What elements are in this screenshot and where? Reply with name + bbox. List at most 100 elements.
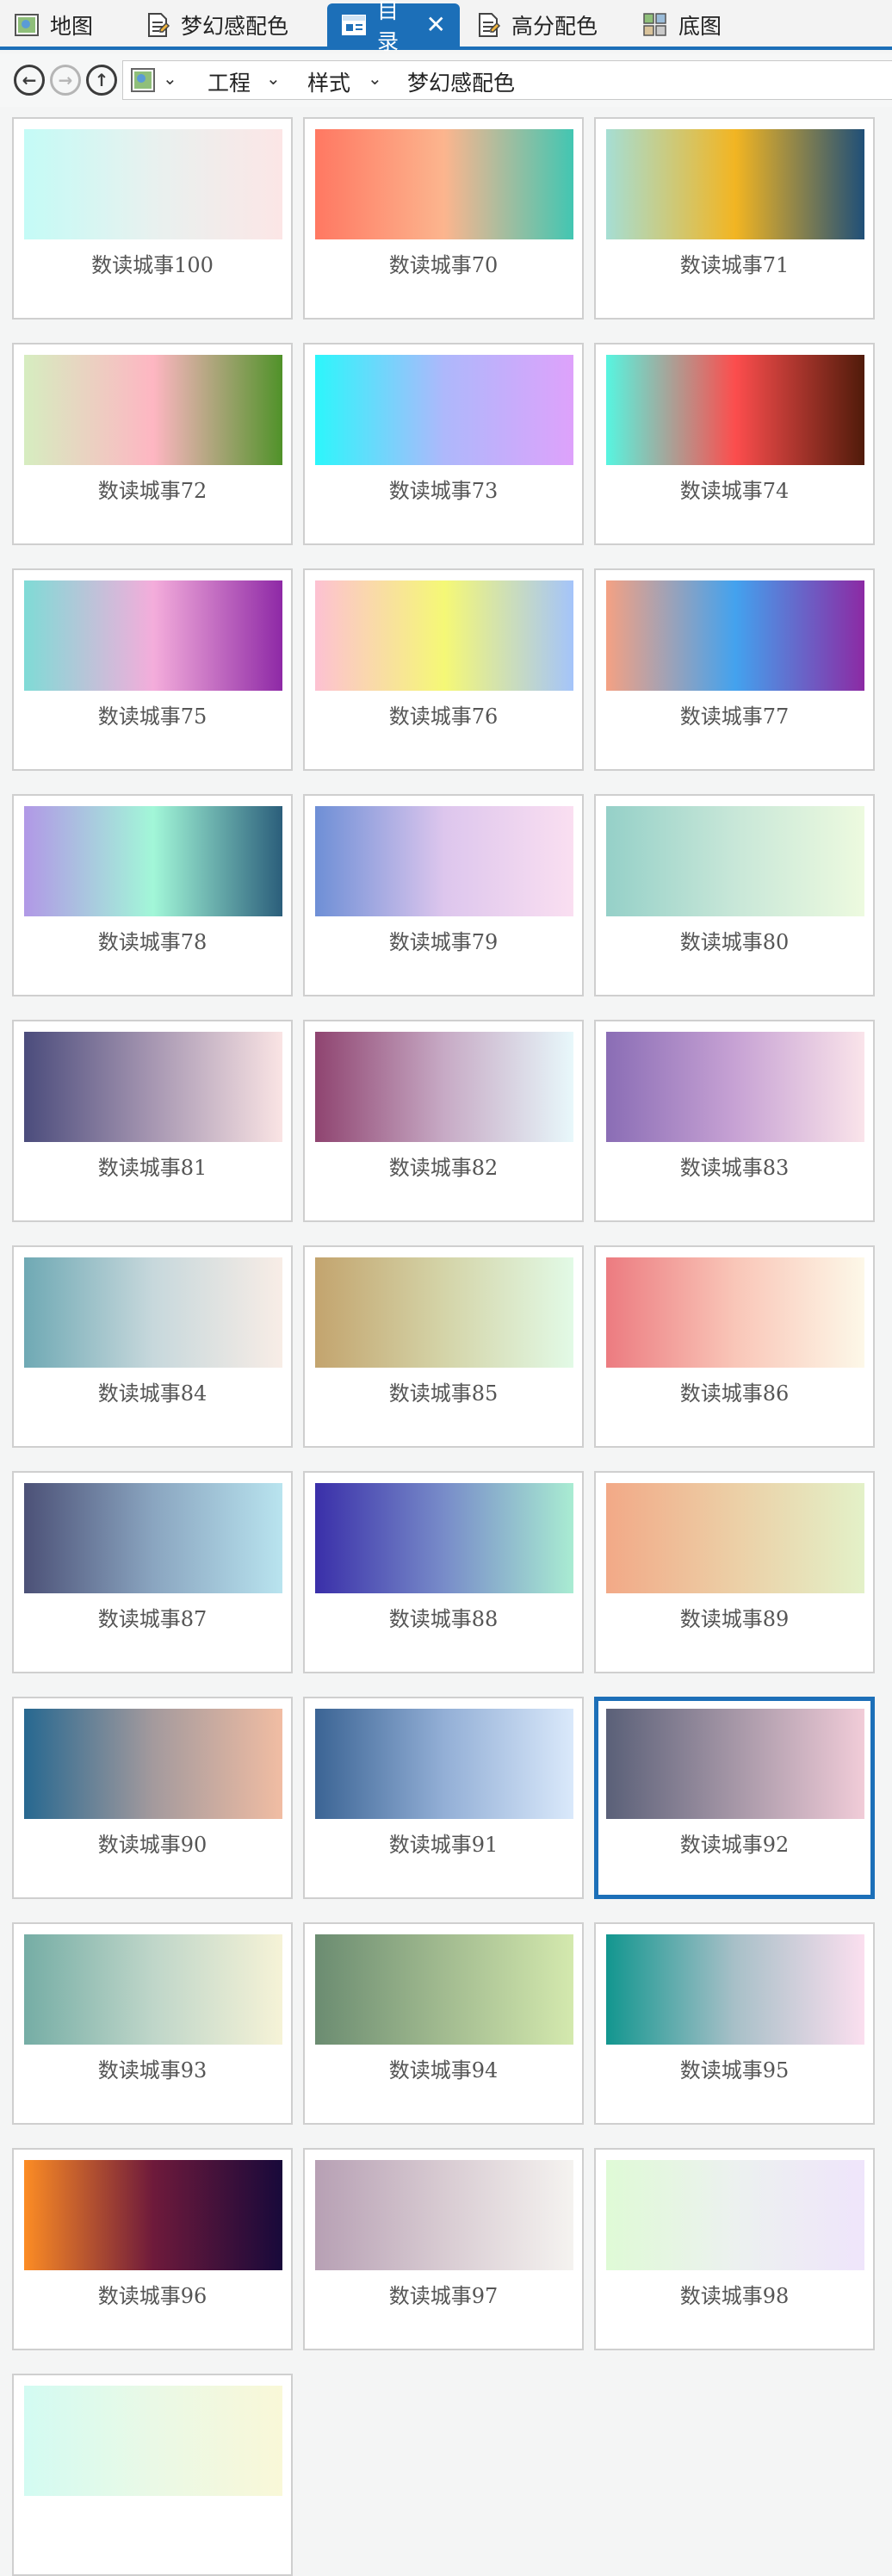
color-ramp-label: 数读城事95 [679,2058,790,2083]
color-ramp-item[interactable]: 数读城事76 [303,568,584,771]
color-ramp-item[interactable]: 数读城事77 [594,568,875,771]
color-ramp-item[interactable]: 数读城事90 [12,1697,293,1899]
color-ramp-swatch [315,1257,573,1368]
color-ramp-item[interactable]: 数读城事87 [12,1471,293,1673]
color-ramp-label: 数读城事82 [388,1156,499,1180]
back-button[interactable]: ← [14,65,45,96]
tab-label: 高分配色 [511,14,598,39]
catalog-icon [341,12,367,38]
chevron-down-icon[interactable]: ⌄ [266,68,281,89]
color-ramp-swatch [606,1483,864,1593]
color-ramp-swatch [315,1934,573,2045]
color-ramp-swatch [24,1483,282,1593]
arrow-right-icon: → [58,70,73,90]
color-ramp-item[interactable]: 数读城事97 [303,2148,584,2350]
color-ramp-label: 数读城事74 [679,479,790,503]
tab-map[interactable]: 地图 [0,3,107,47]
breadcrumb-item-styles[interactable]: 样式 [307,66,350,97]
color-ramp-item[interactable]: 数读城事78 [12,794,293,996]
color-ramp-label: 数读城事90 [97,1833,208,1857]
breadcrumb-item-dream-colors[interactable]: 梦幻感配色 [407,66,515,97]
color-ramp-item[interactable]: 数读城事74 [594,343,875,545]
color-ramp-label: 数读城事92 [679,1833,790,1857]
color-ramp-label: 数读城事79 [388,930,499,954]
tab-label: 地图 [50,14,94,39]
color-ramp-item[interactable]: 数读城事72 [12,343,293,545]
up-button[interactable]: ↑ [86,65,117,96]
color-ramp-label: 数读城事76 [388,705,499,729]
color-ramp-swatch [24,1934,282,2045]
color-ramp-item[interactable]: 数读城事81 [12,1020,293,1222]
tab-high-score-colors[interactable]: 高分配色 [461,3,611,47]
color-ramp-item[interactable]: 数读城事93 [12,1922,293,2125]
color-ramp-swatch [315,355,573,465]
breadcrumb-item-project[interactable]: 工程 [208,66,251,97]
tab-label: 目录 [377,0,400,54]
color-ramp-swatch [606,580,864,691]
color-ramp-label: 数读城事85 [388,1381,499,1406]
color-ramp-label: 数读城事89 [679,1607,790,1631]
color-ramp-swatch [315,129,573,239]
style-icon [145,12,170,38]
color-ramp-label: 数读城事70 [388,253,499,277]
color-ramp-item[interactable]: 数读城事92 [594,1697,875,1899]
color-ramp-item[interactable]: 数读城事84 [12,1245,293,1448]
tab-bar: 地图 梦幻感配色 目录 ✕ 高分配色 底图 [0,0,892,54]
color-ramp-label: 数读城事81 [97,1156,208,1180]
color-ramp-item[interactable]: 数读城事94 [303,1922,584,2125]
color-ramp-item[interactable]: 数读城事86 [594,1245,875,1448]
color-ramp-label: 数读城事98 [679,2284,790,2308]
color-ramp-swatch [315,1709,573,1819]
color-ramp-swatch [24,580,282,691]
breadcrumb[interactable]: ⌄ 工程 ⌄ 样式 ⌄ 梦幻感配色 [122,60,892,100]
color-ramp-item[interactable]: 数读城事89 [594,1471,875,1673]
color-ramp-item[interactable]: 数读城事71 [594,117,875,320]
color-ramp-item[interactable]: 数读城事98 [594,2148,875,2350]
forward-button[interactable]: → [50,65,81,96]
color-ramp-swatch [606,1934,864,2045]
color-ramp-label: 数读城事84 [97,1381,208,1406]
chevron-down-icon[interactable]: ⌄ [368,68,382,89]
color-ramp-item[interactable]: 数读城事85 [303,1245,584,1448]
color-ramp-label: 数读城事73 [388,479,499,503]
color-ramp-item[interactable]: 数读城事70 [303,117,584,320]
color-ramp-swatch [606,806,864,916]
color-ramp-swatch [606,1257,864,1368]
color-ramp-item[interactable]: 数读城事100 [12,117,293,320]
chevron-down-icon[interactable]: ⌄ [163,68,177,89]
color-ramp-swatch [606,355,864,465]
color-ramp-item[interactable]: 数读城事95 [594,1922,875,2125]
color-ramp-item[interactable]: 数读城事82 [303,1020,584,1222]
map-icon [14,12,40,38]
color-ramp-item[interactable]: 数读城事88 [303,1471,584,1673]
color-ramp-swatch [606,2160,864,2270]
tab-catalog[interactable]: 目录 ✕ [327,0,460,54]
color-ramp-label: 数读城事94 [388,2058,499,2083]
color-ramp-swatch [24,1257,282,1368]
color-ramp-swatch [606,1709,864,1819]
color-ramp-swatch [315,580,573,691]
style-icon [475,12,501,38]
close-icon[interactable]: ✕ [426,13,446,37]
color-ramp-item[interactable]: 数读城事91 [303,1697,584,1899]
color-ramp-label: 数读城事93 [97,2058,208,2083]
color-ramp-grid: 数读城事100 数读城事70 数读城事71 数读城事72 数读城事73 数读城事74 数读城… [0,107,892,2576]
color-ramp-item[interactable]: 数读城事79 [303,794,584,996]
color-ramp-swatch [315,806,573,916]
arrow-up-icon: ↑ [94,70,109,90]
color-ramp-label: 数读城事86 [679,1381,790,1406]
color-ramp-item[interactable]: 数读城事75 [12,568,293,771]
tab-label: 底图 [678,14,722,39]
color-ramp-label: 数读城事72 [97,479,208,503]
color-ramp-item[interactable] [12,2374,293,2576]
tab-basemap[interactable]: 底图 [629,3,735,47]
color-ramp-label: 数读城事75 [97,705,208,729]
color-ramp-item[interactable]: 数读城事83 [594,1020,875,1222]
color-ramp-swatch [24,1032,282,1142]
color-ramp-item[interactable]: 数读城事96 [12,2148,293,2350]
color-ramp-item[interactable]: 数读城事80 [594,794,875,996]
tab-label: 梦幻感配色 [181,14,289,39]
tab-dream-colors[interactable]: 梦幻感配色 [131,3,302,47]
color-ramp-item[interactable]: 数读城事73 [303,343,584,545]
color-ramp-swatch [24,806,282,916]
